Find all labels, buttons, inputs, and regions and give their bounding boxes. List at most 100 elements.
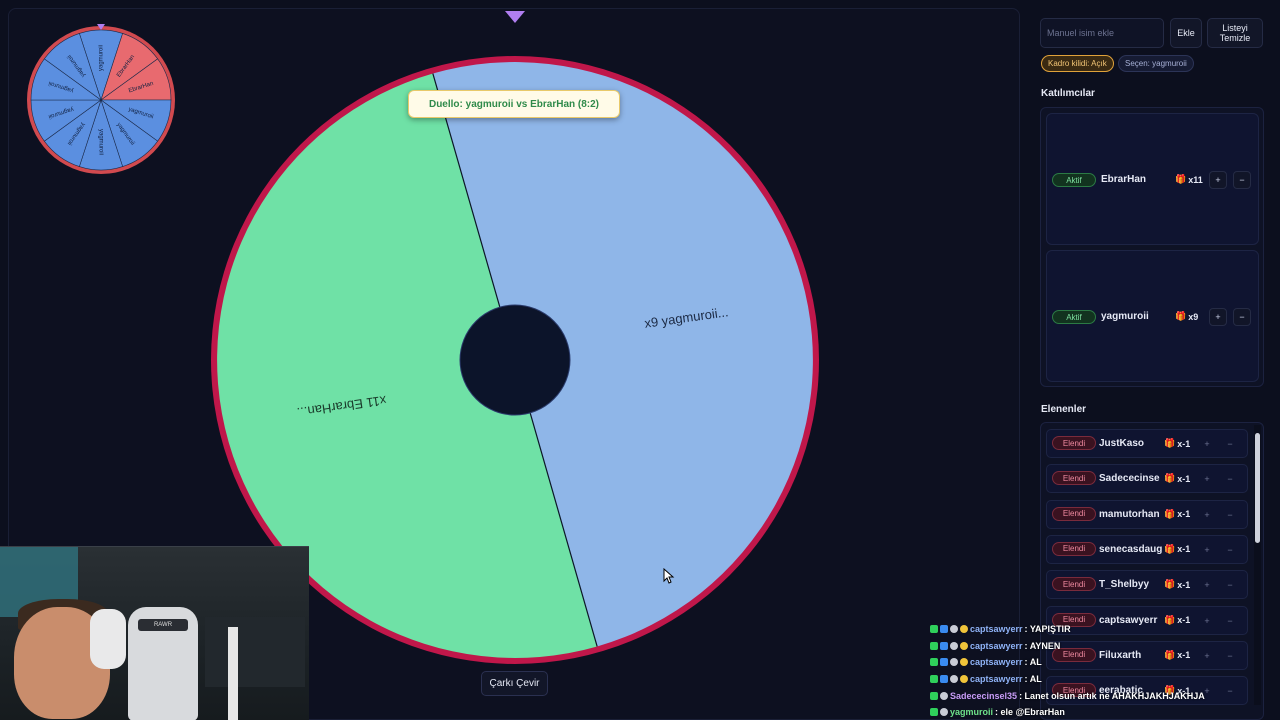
wheel-pointer-icon bbox=[505, 11, 525, 23]
mini-wheel-label: yagmuroii bbox=[97, 129, 103, 155]
eliminated-name: Sadececinse bbox=[1099, 473, 1160, 485]
mod-badge-icon bbox=[930, 675, 938, 684]
bits-badge-icon bbox=[950, 675, 958, 684]
chat-username[interactable]: captsawyerr bbox=[970, 657, 1023, 667]
eliminated-count-value: x-1 bbox=[1177, 438, 1191, 449]
gift-badge-icon bbox=[960, 658, 968, 667]
chat-message: captsawyerr: AYNEN bbox=[930, 638, 1230, 655]
chat-username[interactable]: yagmuroii bbox=[950, 707, 993, 717]
status-badge: Elendi bbox=[1052, 471, 1096, 486]
eliminated-count-value: x-1 bbox=[1177, 473, 1191, 484]
increase-button[interactable]: + bbox=[1198, 576, 1216, 594]
chat-message: Sadececinsel35: Lanet olsun artık ne AHA… bbox=[930, 687, 1230, 704]
clear-list-label-line2: Temizle bbox=[1219, 33, 1251, 43]
picker-pill: Seçen: yagmuroii bbox=[1118, 55, 1194, 72]
increase-button[interactable]: + bbox=[1198, 541, 1216, 559]
mini-wheel-label: yagmuroii bbox=[99, 45, 105, 71]
headset-icon bbox=[90, 609, 126, 669]
eliminated-row: Elendi T_Shelbyy 🎁 x-1 + − bbox=[1046, 570, 1248, 600]
mini-wheel-preview: yagmuroii EbrarHanEbrarHanyagmuroiiyagmur… bbox=[27, 24, 175, 174]
gift-icon: 🎁 bbox=[1164, 438, 1176, 448]
participant-count-value: x11 bbox=[1188, 174, 1203, 185]
chat-message: captsawyerr: AL bbox=[930, 671, 1230, 688]
bits-badge-icon bbox=[950, 641, 958, 650]
prime-badge-icon bbox=[940, 641, 948, 650]
eliminated-count: 🎁 x-1 bbox=[1164, 579, 1190, 590]
chat-message: captsawyerr: AL bbox=[930, 654, 1230, 671]
webcam-lamp bbox=[228, 627, 238, 720]
increase-button[interactable]: + bbox=[1209, 308, 1227, 326]
manual-name-input[interactable] bbox=[1040, 18, 1164, 48]
mod-badge-icon bbox=[930, 658, 938, 667]
participant-name: EbrarHan bbox=[1101, 174, 1147, 185]
clear-list-button[interactable]: Listeyi Temizle bbox=[1207, 18, 1263, 48]
webcam-shelf bbox=[205, 617, 305, 687]
eliminated-count: 🎁 x-1 bbox=[1164, 438, 1190, 449]
chat-text: : AL bbox=[1024, 657, 1042, 668]
participant-count: 🎁 x9 bbox=[1175, 311, 1198, 322]
participant-card: Aktif EbrarHan 🎁 x11 + − bbox=[1046, 113, 1259, 245]
webcam-overlay: RAWR bbox=[0, 546, 309, 720]
decrease-button[interactable]: − bbox=[1233, 308, 1251, 326]
chat-username[interactable]: captsawyerr bbox=[970, 674, 1023, 684]
bits-badge-icon bbox=[950, 625, 958, 634]
gift-badge-icon bbox=[960, 641, 968, 650]
spin-wheel-button[interactable]: Çarkı Çevir bbox=[481, 671, 548, 696]
gift-badge-icon bbox=[960, 675, 968, 684]
participants-list: Aktif EbrarHan 🎁 x11 + − Aktif yagmuroii … bbox=[1040, 107, 1264, 387]
participant-card: Aktif yagmuroii 🎁 x9 + − bbox=[1046, 250, 1259, 382]
decrease-button[interactable]: − bbox=[1221, 541, 1239, 559]
eliminated-name: mamutorhan bbox=[1099, 508, 1160, 520]
chat-message: captsawyerr: YAPIŞTIR bbox=[930, 621, 1230, 638]
decrease-button[interactable]: − bbox=[1221, 470, 1239, 488]
eliminated-title: Elenenler bbox=[1041, 404, 1087, 415]
chat-message: yagmuroii: ele @EbrarHan bbox=[930, 704, 1230, 720]
roster-lock-pill[interactable]: Kadro kilidi: Açık bbox=[1041, 55, 1114, 72]
gift-badge-icon bbox=[960, 625, 968, 634]
gift-icon: 🎁 bbox=[1164, 508, 1176, 519]
gift-icon: 🎁 bbox=[1164, 473, 1176, 484]
bits-badge-icon bbox=[940, 708, 948, 717]
chat-text: : ele @EbrarHan bbox=[995, 707, 1065, 718]
clear-list-label-line1: Listeyi bbox=[1222, 23, 1248, 33]
eliminated-count: 🎁 x-1 bbox=[1164, 509, 1190, 520]
gift-icon: 🎁 bbox=[1175, 311, 1187, 321]
status-badge: Elendi bbox=[1052, 436, 1096, 450]
chair-logo: RAWR bbox=[138, 619, 188, 631]
status-badge: Elendi bbox=[1052, 577, 1096, 592]
decrease-button[interactable]: − bbox=[1233, 171, 1251, 189]
decrease-button[interactable]: − bbox=[1221, 506, 1239, 524]
eliminated-row: Elendi senecasdaug 🎁 x-1 + − bbox=[1046, 534, 1248, 564]
eliminated-count: 🎁 x-1 bbox=[1164, 544, 1190, 555]
increase-button[interactable]: + bbox=[1198, 506, 1216, 524]
eliminated-count-value: x-1 bbox=[1177, 509, 1191, 520]
decrease-button[interactable]: − bbox=[1221, 435, 1239, 453]
eliminated-count-value: x-1 bbox=[1177, 544, 1191, 555]
increase-button[interactable]: + bbox=[1209, 171, 1227, 189]
participant-name: yagmuroii bbox=[1101, 311, 1149, 322]
eliminated-scrollbar-thumb[interactable] bbox=[1255, 433, 1260, 543]
participants-title: Katılımcılar bbox=[1041, 88, 1095, 99]
chat-username[interactable]: Sadececinsel35 bbox=[950, 691, 1017, 701]
increase-button[interactable]: + bbox=[1198, 470, 1216, 488]
prime-badge-icon bbox=[940, 625, 948, 634]
decrease-button[interactable]: − bbox=[1221, 576, 1239, 594]
chat-text: : Lanet olsun artık ne AHAKHJAKHJAKHJA bbox=[1019, 690, 1205, 701]
increase-button[interactable]: + bbox=[1198, 435, 1216, 453]
chat-username[interactable]: captsawyerr bbox=[970, 624, 1023, 634]
chat-overlay: captsawyerr: YAPIŞTIR captsawyerr: AYNEN c… bbox=[930, 621, 1230, 720]
status-badge: Aktif bbox=[1052, 310, 1096, 324]
control-panel: Ekle ListeyiTemizle Kadro kilidi: Açık S… bbox=[1030, 8, 1272, 720]
mod-badge-icon bbox=[930, 625, 938, 634]
mouse-cursor-icon bbox=[663, 568, 675, 584]
add-name-button[interactable]: Ekle bbox=[1170, 18, 1202, 48]
participant-count-value: x9 bbox=[1188, 311, 1199, 322]
mod-badge-icon bbox=[930, 641, 938, 650]
clear-list-label: Listeyi Temizle bbox=[1220, 23, 1251, 43]
eliminated-name: T_Shelbyy bbox=[1099, 579, 1150, 591]
status-badge: Aktif bbox=[1052, 173, 1096, 187]
wheel-hub bbox=[459, 304, 571, 416]
participant-count: 🎁 x11 bbox=[1175, 174, 1203, 185]
chat-username[interactable]: captsawyerr bbox=[970, 641, 1023, 651]
bits-badge-icon bbox=[940, 691, 948, 700]
